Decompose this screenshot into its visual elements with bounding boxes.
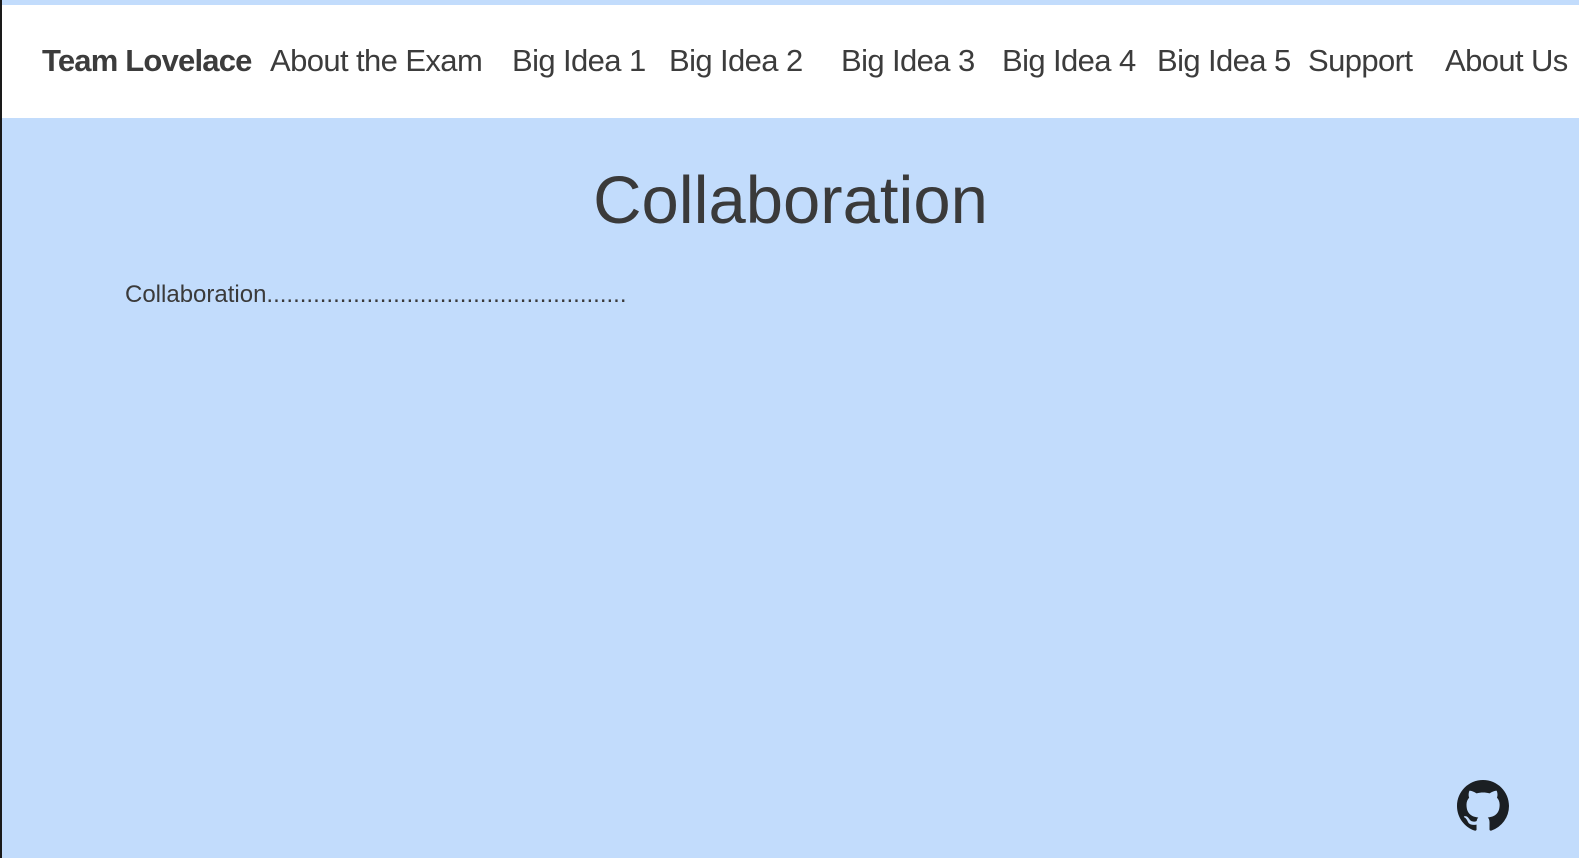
nav-item-big-idea-2[interactable]: Big Idea 2	[669, 43, 803, 79]
page: Team Lovelace About the Exam Big Idea 1 …	[0, 0, 1579, 858]
nav-item-big-idea-1[interactable]: Big Idea 1	[512, 43, 646, 79]
nav-item-about-the-exam[interactable]: About the Exam	[270, 43, 483, 79]
nav-item-support[interactable]: Support	[1308, 43, 1413, 79]
body-text: Collaboration...........................…	[125, 281, 627, 308]
nav-item-about-us[interactable]: About Us	[1445, 43, 1568, 79]
nav-brand[interactable]: Team Lovelace	[42, 43, 252, 79]
nav-item-big-idea-4[interactable]: Big Idea 4	[1002, 43, 1136, 79]
github-icon[interactable]	[1457, 780, 1509, 832]
navbar: Team Lovelace About the Exam Big Idea 1 …	[2, 5, 1579, 118]
page-title: Collaboration	[593, 163, 988, 238]
nav-item-big-idea-5[interactable]: Big Idea 5	[1157, 43, 1291, 79]
nav-item-big-idea-3[interactable]: Big Idea 3	[841, 43, 975, 79]
